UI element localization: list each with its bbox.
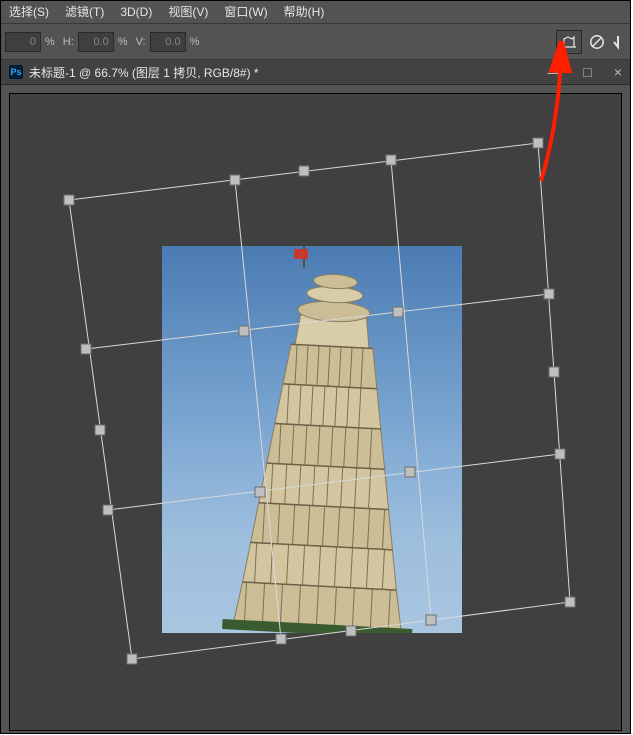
ps-icon: Ps [9,65,23,79]
canvas-area[interactable] [9,93,622,731]
transform-handle[interactable] [276,634,287,645]
menu-window[interactable]: 窗口(W) [216,1,275,23]
transform-handle-mr[interactable] [549,367,560,378]
straighten-icon[interactable] [556,30,582,54]
angle-input[interactable]: 0 [5,32,41,52]
menu-bar: 选择(S) 滤镜(T) 3D(D) 视图(V) 窗口(W) 帮助(H) [1,1,630,23]
transform-handle[interactable] [239,326,250,337]
menu-3d[interactable]: 3D(D) [112,1,160,23]
transform-handle-ml[interactable] [95,425,106,436]
transform-handle[interactable] [230,175,241,186]
transform-handle[interactable] [386,155,397,166]
transform-handle[interactable] [81,344,92,355]
transform-handle-tc[interactable] [299,166,310,177]
transform-handle[interactable] [393,307,404,318]
document-tab-bar: Ps 未标题-1 @ 66.7% (图层 1 拷贝, RGB/8#) * — □… [1,60,630,85]
unit-label: % [118,36,128,48]
commit-icon[interactable] [612,33,626,51]
transform-handle[interactable] [405,467,416,478]
h-label: H: [63,36,74,48]
options-right [556,24,630,59]
transform-handle-bc[interactable] [346,626,357,637]
transform-handle[interactable] [255,487,266,498]
transform-handle-tl[interactable] [64,195,75,206]
transform-handle[interactable] [555,449,566,460]
minimize-button[interactable]: — [547,64,561,80]
tower-illustration [162,246,462,633]
unit-label: % [190,36,200,48]
menu-view[interactable]: 视图(V) [160,1,216,23]
options-bar: 0 % H: 0.0 % V: 0.0 % [1,23,630,60]
menu-select[interactable]: 选择(S) [1,1,57,23]
menu-help[interactable]: 帮助(H) [276,1,333,23]
h-input[interactable]: 0.0 [78,32,114,52]
v-label: V: [136,36,146,48]
document-title[interactable]: 未标题-1 @ 66.7% (图层 1 拷贝, RGB/8#) * [29,64,259,81]
maximize-button[interactable]: □ [583,64,591,80]
transform-handle[interactable] [426,615,437,626]
close-button[interactable]: × [614,64,622,80]
window-buttons: — □ × [547,60,622,84]
image-layer[interactable] [162,246,462,633]
transform-handle-br[interactable] [565,597,576,608]
transform-handle[interactable] [544,289,555,300]
v-input[interactable]: 0.0 [150,32,186,52]
transform-handle-bl[interactable] [127,654,138,665]
transform-handle[interactable] [103,505,114,516]
cancel-icon[interactable] [588,33,606,51]
menu-filter[interactable]: 滤镜(T) [57,1,112,23]
transform-handle-tr[interactable] [533,138,544,149]
app-window: 选择(S) 滤镜(T) 3D(D) 视图(V) 窗口(W) 帮助(H) 0 % … [0,0,631,734]
unit-label: % [45,36,55,48]
